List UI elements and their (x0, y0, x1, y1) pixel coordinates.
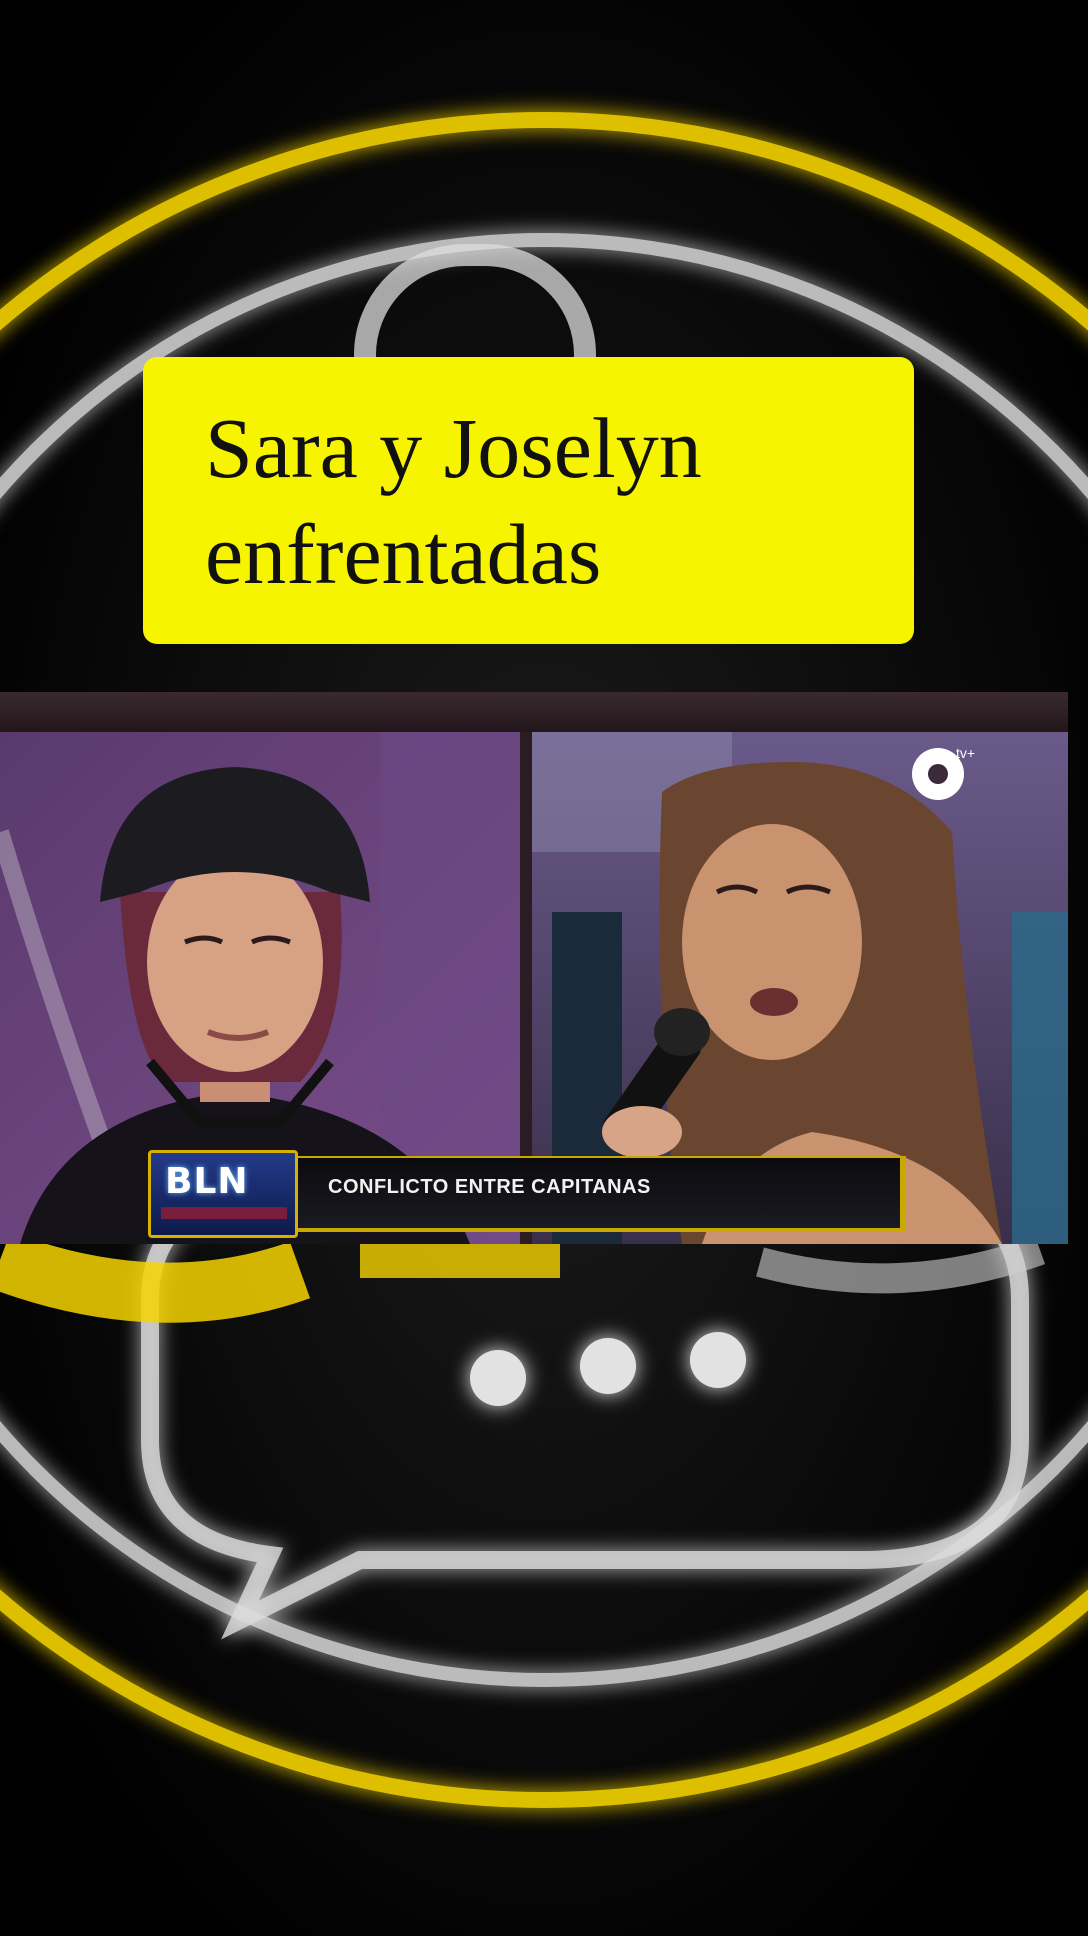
channel-logo-icon: tv+ (906, 738, 976, 808)
caption-line-1: Sara y Joselyn (205, 400, 702, 496)
show-logo-subbar (161, 1207, 287, 1219)
show-logo-badge: BLN (148, 1150, 298, 1238)
channel-logo-label: tv+ (956, 745, 975, 761)
lower-third: BLN CONFLICTO ENTRE CAPITANAS (148, 1150, 912, 1238)
caption-line-2: enfrentadas (205, 506, 602, 602)
video-top-strip (0, 692, 1068, 732)
show-logo-text: BLN (165, 1161, 249, 1202)
lower-third-text: CONFLICTO ENTRE CAPITANAS (328, 1176, 651, 1198)
caption-box: Sara y Joselyn enfrentadas (143, 357, 914, 644)
